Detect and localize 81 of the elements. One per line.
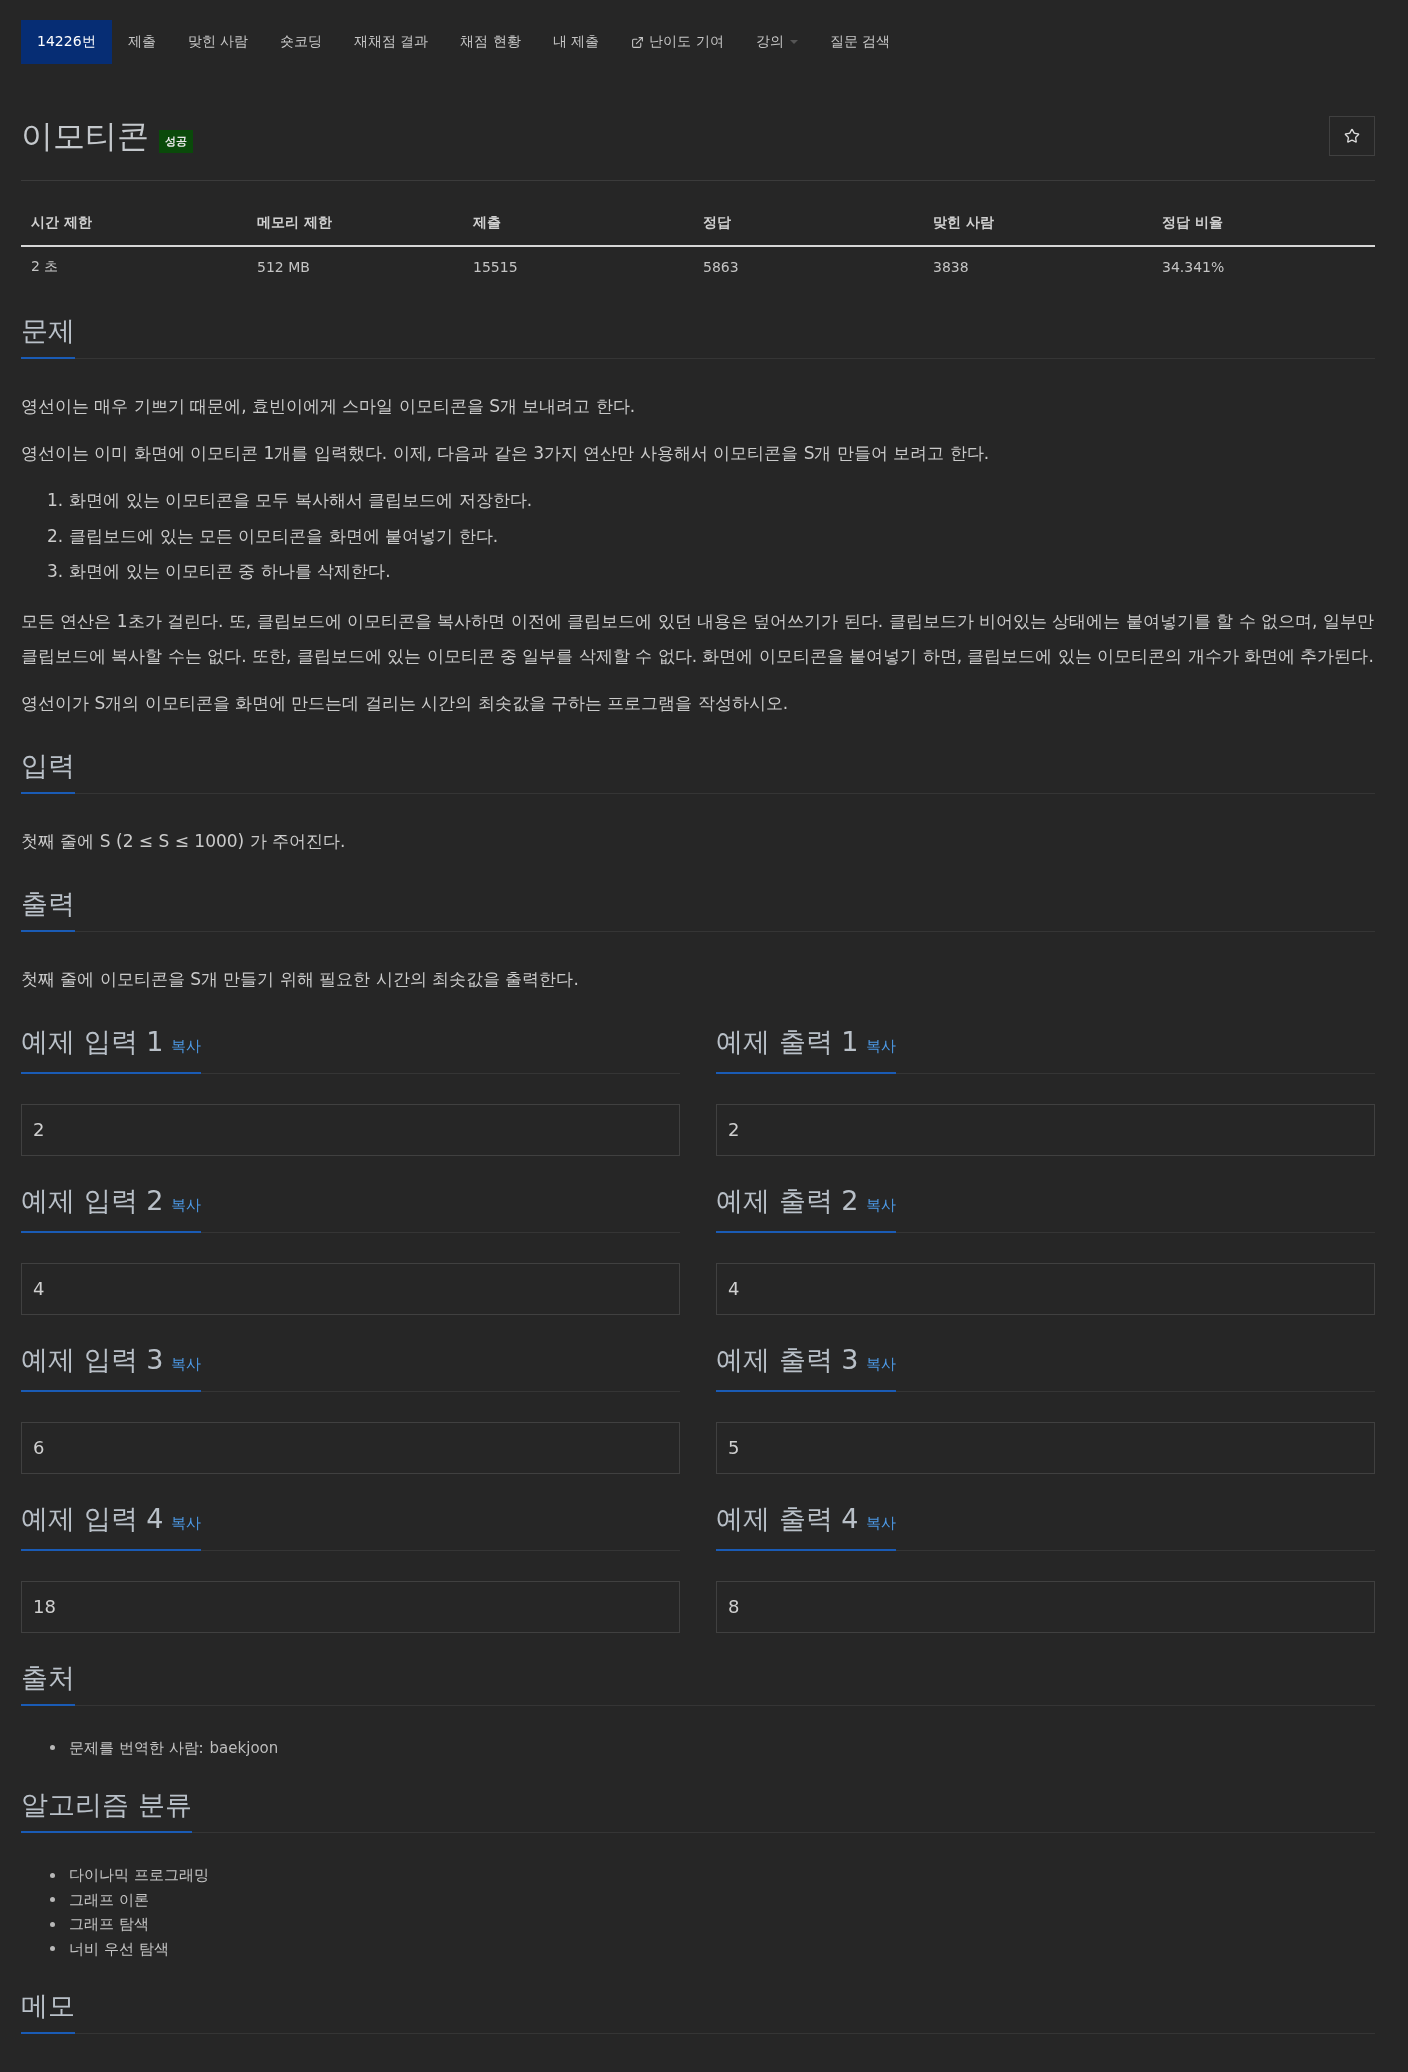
- copy-link[interactable]: 복사: [866, 1345, 897, 1382]
- algorithm-tag: 다이나믹 프로그래밍: [69, 1863, 209, 1888]
- example-heading: 예제 입력 2: [21, 1183, 164, 1218]
- example-box: 2: [716, 1103, 1375, 1156]
- paragraph: 첫째 줄에 이모티콘을 S개 만들기 위해 필요한 시간의 최솟값을 출력한다.: [21, 967, 580, 991]
- section-heading: 출력: [21, 885, 75, 932]
- algorithm-tag: 그래프 탐색: [69, 1912, 149, 1937]
- list-number: 2.: [47, 524, 64, 548]
- nav-tab[interactable]: 채점 현황: [444, 20, 537, 64]
- bullet-icon: [50, 1872, 55, 1878]
- nav-tab[interactable]: 제출: [111, 20, 172, 64]
- copy-link[interactable]: 복사: [866, 1186, 897, 1223]
- list-number: 1.: [47, 489, 64, 512]
- example-box: 4: [21, 1262, 680, 1315]
- user-link[interactable]: baekjoon: [209, 1735, 279, 1760]
- example-box: 4: [716, 1262, 1375, 1315]
- star-icon: [1344, 128, 1360, 144]
- table-cell-text: 3838: [932, 257, 970, 277]
- nav-tab[interactable]: 재채점 결과: [338, 20, 445, 64]
- paragraph: 영선이는 이미 화면에 이모티콘 1개를 입력했다. 이제, 다음과 같은 3가지 연산만 사용해서 이모티콘을 S개 만들어 보려고 한다.: [21, 442, 991, 465]
- caret-icon: [789, 40, 798, 44]
- copy-link[interactable]: 복사: [171, 1186, 202, 1223]
- table-cell-text: 15515: [472, 257, 519, 277]
- nav-tab[interactable]: 질문 검색: [813, 20, 907, 64]
- status-badge: 성공: [159, 129, 193, 153]
- table-cell-text: 34.341%: [1161, 257, 1226, 277]
- nav-tab[interactable]: 난이도 기여: [615, 20, 740, 64]
- nav-tab[interactable]: 강의: [739, 20, 814, 64]
- problem-title: 이모티콘: [21, 116, 149, 156]
- example-box: 6: [21, 1421, 680, 1474]
- list-item: 화면에 있는 이모티콘 중 하나를 삭제한다.: [69, 560, 391, 583]
- list-item: 문제를 번역한 사람:: [69, 1737, 204, 1759]
- copy-link[interactable]: 복사: [866, 1504, 897, 1541]
- list-number: 3.: [47, 560, 64, 583]
- paragraph: 모든 연산은 1초가 걸린다. 또, 클립보드에 이모티콘을 복사하면 이전에 클립보드에 있던 내용은 덮어쓰기가 된다. 클립보드가 비어있는 상태에는 붙여넣기를 할 수 없으며, 일부만 클립보드에 복사할 수는 없다. 또한, 클립보드에 있는 이모티콘 중 일부를 삭제할 수 없다. 화면에 이모티콘을 붙여넣기 하면, 클립보드에 있는 이모티콘의 개수가 화면에 추가된다.: [21, 609, 1375, 668]
- table-header: 메모리 제한: [247, 200, 463, 247]
- example-heading: 예제 출력 3: [716, 1342, 859, 1377]
- bullet-icon: [50, 1921, 55, 1927]
- bullet-icon: [50, 1946, 55, 1952]
- example-heading: 예제 입력 1: [21, 1024, 164, 1059]
- section-heading: 알고리즘 분류: [21, 1787, 192, 1833]
- nav-tab[interactable]: 내 제출: [536, 20, 616, 64]
- bullet-icon: [50, 1745, 55, 1751]
- list-item: 화면에 있는 이모티콘을 모두 복사해서 클립보드에 저장한다.: [69, 489, 533, 512]
- paragraph: 첫째 줄에 S (2 ≤ S ≤ 1000) 가 주어진다.: [21, 829, 347, 853]
- example-heading: 예제 출력 1: [716, 1024, 859, 1059]
- example-box: 5: [716, 1421, 1375, 1474]
- example-heading: 예제 입력 4: [21, 1501, 164, 1536]
- star-button[interactable]: [1329, 116, 1375, 156]
- copy-link[interactable]: 복사: [171, 1027, 202, 1064]
- section-heading: 입력: [21, 747, 75, 794]
- table-header: 시간 제한: [21, 200, 247, 247]
- nav-tab[interactable]: 14226번: [21, 20, 112, 64]
- nav-tab[interactable]: 숏코딩: [264, 20, 338, 64]
- external-link-icon: [631, 35, 645, 49]
- example-heading: 예제 입력 3: [21, 1342, 164, 1377]
- nav-tab[interactable]: 맞힌 사람: [171, 20, 264, 64]
- section-heading: 메모: [21, 1988, 75, 2034]
- copy-link[interactable]: 복사: [171, 1504, 202, 1541]
- paragraph: 영선이는 매우 기쁘기 때문에, 효빈이에게 스마일 이모티콘을 S개 보내려고 한다.: [21, 395, 637, 418]
- table-cell-text: 5863: [702, 257, 740, 277]
- table-cell-text: 2 초: [30, 256, 60, 276]
- section-heading: 문제: [21, 313, 75, 359]
- paragraph: 영선이가 S개의 이모티콘을 화면에 만드는데 걸리는 시간의 최솟값을 구하는 프로그램을 작성하시오.: [21, 691, 790, 715]
- copy-link[interactable]: 복사: [866, 1027, 897, 1064]
- table-cell-text: 512 MB: [256, 257, 311, 277]
- list-item: 클립보드에 있는 모든 이모티콘을 화면에 붙여넣기 한다.: [69, 524, 499, 548]
- algorithm-tag: 너비 우선 탐색: [69, 1936, 169, 1961]
- table-header: 맞힌 사람: [923, 200, 1152, 247]
- example-heading: 예제 출력 2: [716, 1183, 859, 1218]
- algorithm-tag: 그래프 이론: [69, 1887, 149, 1912]
- table-header: 정답: [693, 200, 923, 247]
- table-header: 제출: [463, 200, 693, 247]
- copy-link[interactable]: 복사: [171, 1345, 202, 1382]
- example-box: 8: [716, 1580, 1375, 1633]
- example-box: 2: [21, 1103, 680, 1156]
- section-heading: 출처: [21, 1659, 75, 1706]
- example-box: 18: [21, 1580, 680, 1633]
- table-header: 정답 비율: [1152, 200, 1375, 247]
- example-heading: 예제 출력 4: [716, 1501, 859, 1536]
- bullet-icon: [50, 1897, 55, 1903]
